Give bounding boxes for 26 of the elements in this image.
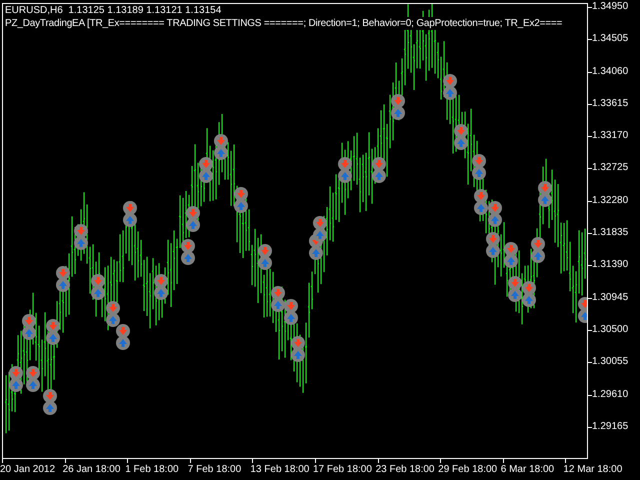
price-label: 1.31835 (592, 226, 628, 240)
indicator-label: PZ_DayTradingEA [TR_Ex======== TRADING SETTINGS =======; Direction=1; Behavior=0; GapProtection=true; TR_Ex2==== (5, 17, 562, 30)
price-label: 1.34060 (592, 64, 628, 79)
price-label: 1.29165 (592, 420, 628, 434)
symbol-info: EURUSD,H6 1.13125 1.13189 1.13121 1.13154 (5, 4, 222, 17)
price-label: 1.34950 (592, 0, 628, 14)
time-label: 23 Feb 18:00 (376, 463, 434, 477)
time-label: 12 Mar 18:00 (563, 463, 622, 477)
price-label: 1.34505 (592, 32, 628, 46)
time-label: 26 Jan 18:00 (62, 463, 120, 477)
price-label: 1.32725 (592, 161, 628, 176)
price-label: 1.30500 (592, 322, 628, 337)
price-label: 1.32280 (592, 194, 628, 208)
price-label: 1.30945 (592, 290, 628, 305)
time-label: 7 Feb 18:00 (188, 463, 242, 477)
time-label: 29 Feb 18:00 (438, 463, 498, 477)
time-label: 20 Jan 2012 (0, 463, 56, 477)
time-label: 13 Feb 18:00 (250, 463, 310, 477)
price-label: 1.30055 (592, 355, 628, 370)
price-label: 1.29610 (592, 388, 628, 402)
time-label: 17 Feb 18:00 (312, 463, 372, 477)
price-label: 1.33615 (592, 96, 628, 111)
time-label: 6 Mar 18:00 (500, 463, 554, 477)
price-label: 1.33170 (592, 129, 628, 144)
time-label: 1 Feb 18:00 (125, 463, 179, 477)
price-label: 1.31390 (592, 258, 628, 272)
